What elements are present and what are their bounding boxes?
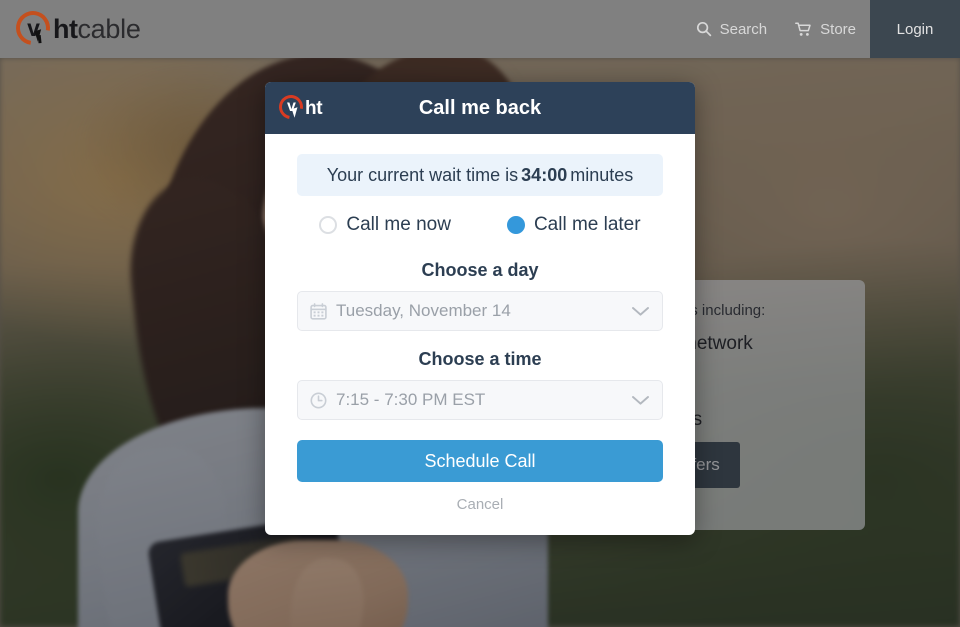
- radio-indicator-unselected[interactable]: [319, 216, 338, 234]
- radio-label: Call me now: [346, 214, 451, 235]
- schedule-call-button[interactable]: Schedule Call: [297, 440, 663, 482]
- header-link-label: Store: [820, 20, 856, 38]
- call-timing-radio-group: Call me now Call me later: [297, 214, 663, 236]
- logo-letter-v: v: [27, 14, 40, 41]
- chevron-down-icon[interactable]: [631, 305, 650, 317]
- header-link-store[interactable]: Store: [781, 0, 870, 58]
- day-select[interactable]: Tuesday, November 14: [297, 291, 663, 331]
- login-button[interactable]: Login: [870, 0, 960, 58]
- calendar-icon: [310, 302, 327, 320]
- call-me-back-modal: v ht Call me back Your current wait time…: [265, 82, 695, 535]
- vht-logo-icon: v: [9, 4, 57, 52]
- vht-logo-icon: v: [274, 90, 308, 124]
- modal-header: v ht Call me back: [265, 82, 695, 134]
- radio-indicator-selected[interactable]: [506, 216, 525, 234]
- wait-time-prefix: Your current wait time is: [326, 164, 519, 185]
- wait-time-value: 34:00: [521, 164, 568, 185]
- logo-text-cable: cable: [77, 13, 141, 44]
- site-logo[interactable]: v ht cable: [9, 0, 141, 58]
- header-link-label: Search: [719, 20, 768, 38]
- site-header: v ht cable Search Store Login: [0, 0, 960, 58]
- logo-text-ht: ht: [305, 97, 323, 119]
- radio-option-call-me-now[interactable]: Call me now: [319, 214, 451, 236]
- choose-a-time-label: Choose a time: [418, 349, 542, 369]
- page-root: Plans starting at $45 All plans include …: [0, 0, 960, 627]
- search-icon: [696, 21, 712, 37]
- radio-label: Call me later: [533, 214, 641, 235]
- wait-time-banner: Your current wait time is 34:00 minutes: [297, 154, 663, 196]
- radio-option-call-me-later[interactable]: Call me later: [506, 214, 641, 236]
- header-nav: Search Store Login: [682, 0, 960, 58]
- chevron-down-icon[interactable]: [631, 394, 650, 406]
- cart-icon: [795, 21, 812, 37]
- cancel-link[interactable]: Cancel: [297, 496, 663, 513]
- clock-icon: [310, 392, 327, 409]
- choose-a-day-label: Choose a day: [421, 260, 539, 280]
- time-select[interactable]: 7:15 - 7:30 PM EST: [297, 380, 663, 420]
- wait-time-suffix: minutes: [570, 164, 634, 185]
- header-link-search[interactable]: Search: [682, 0, 782, 58]
- logo-text-ht: ht: [53, 13, 78, 44]
- modal-vht-logo: v ht: [274, 82, 323, 134]
- time-select-value: 7:15 - 7:30 PM EST: [336, 390, 486, 409]
- modal-body: Your current wait time is 34:00 minutes …: [265, 134, 695, 535]
- modal-title: Call me back: [418, 96, 542, 119]
- day-select-value: Tuesday, November 14: [336, 301, 511, 320]
